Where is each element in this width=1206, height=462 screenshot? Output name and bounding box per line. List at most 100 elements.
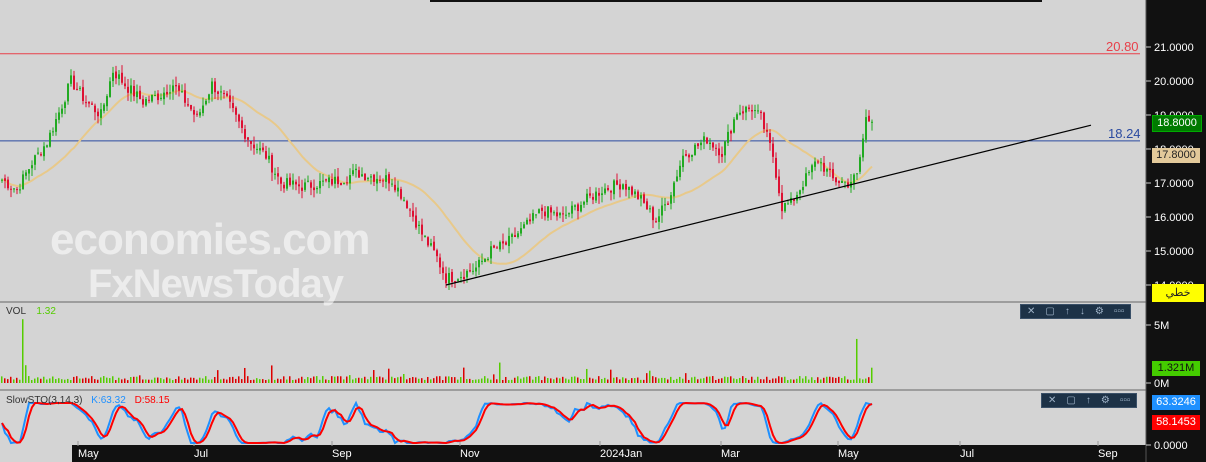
volume-bar <box>322 376 324 383</box>
move-down-icon[interactable]: ↓ <box>1080 305 1085 318</box>
volume-pane-toolbar[interactable]: ✕ ▢ ↑ ↓ ⚙ ▫▫▫ <box>1020 304 1132 319</box>
candle-body <box>814 161 816 167</box>
candle-body <box>601 193 603 196</box>
candle <box>115 65 117 85</box>
candle <box>499 240 501 252</box>
volume-bar <box>118 377 120 383</box>
volume-bar <box>22 319 24 383</box>
candle-body <box>718 148 720 156</box>
candle <box>451 268 453 288</box>
candle-body <box>751 110 753 112</box>
move-up-icon[interactable]: ↑ <box>1086 394 1091 407</box>
volume-bar <box>175 379 177 383</box>
candle <box>745 105 747 121</box>
candle-body <box>46 145 48 147</box>
maximize-icon[interactable]: ▢ <box>1045 305 1054 318</box>
candle <box>364 173 366 181</box>
volume-bar <box>259 379 261 383</box>
candle <box>274 167 276 180</box>
candle <box>505 240 507 246</box>
candle <box>130 78 132 102</box>
candle-body <box>385 175 387 182</box>
candle-body <box>247 137 249 140</box>
volume-bar <box>868 377 870 383</box>
candle <box>538 208 540 214</box>
candle-body <box>340 182 342 186</box>
settings-icon[interactable]: ⚙ <box>1101 394 1110 407</box>
candle <box>145 96 147 107</box>
hline-label-resistance: 20.80 <box>1106 39 1139 54</box>
candle-body <box>355 168 357 171</box>
volume-bar <box>73 376 75 383</box>
volume-bar <box>733 378 735 383</box>
volume-bar <box>682 378 684 383</box>
volume-bar <box>655 377 657 383</box>
chart-type-badge[interactable]: خطي <box>1152 284 1204 302</box>
candle <box>334 169 336 189</box>
more-icon[interactable]: ▫▫▫ <box>1120 394 1131 407</box>
candle-body <box>460 277 462 279</box>
volume-bar <box>97 379 99 383</box>
move-up-icon[interactable]: ↑ <box>1065 305 1070 318</box>
candle-body <box>106 96 108 107</box>
candle <box>304 178 306 192</box>
candle <box>370 174 372 185</box>
candle-body <box>595 191 597 201</box>
candle <box>247 137 249 147</box>
candle-body <box>514 235 516 238</box>
close-icon[interactable]: ✕ <box>1048 394 1056 407</box>
candle-body <box>496 247 498 249</box>
candle <box>385 168 387 189</box>
candle-body <box>853 174 855 184</box>
candle-body <box>202 105 204 114</box>
candle <box>301 179 303 199</box>
candle-body <box>637 191 639 200</box>
volume-bar <box>607 379 609 383</box>
candle <box>658 208 660 230</box>
candle <box>28 169 30 181</box>
volume-bar <box>151 379 153 383</box>
volume-bar <box>772 378 774 383</box>
stochastic-pane-toolbar[interactable]: ✕ ▢ ↑ ⚙ ▫▫▫ <box>1041 393 1138 408</box>
settings-icon[interactable]: ⚙ <box>1095 305 1104 318</box>
volume-bar <box>205 376 207 383</box>
candle <box>355 164 357 178</box>
close-icon[interactable]: ✕ <box>1027 305 1035 318</box>
candle <box>268 147 270 164</box>
candle-body <box>226 93 228 96</box>
volume-bar <box>775 378 777 383</box>
candle <box>142 95 144 108</box>
candle <box>670 191 672 210</box>
candle-body <box>547 206 549 218</box>
candle-body <box>778 176 780 194</box>
stochastic-d-label: D:58.15 <box>134 395 170 406</box>
volume-bar <box>301 376 303 383</box>
candle-body <box>433 241 435 251</box>
candle <box>55 112 57 136</box>
more-icon[interactable]: ▫▫▫ <box>1114 305 1125 318</box>
candle <box>448 267 450 290</box>
volume-bar <box>199 377 201 383</box>
candle <box>49 129 51 148</box>
volume-bar <box>691 377 693 383</box>
candle <box>250 140 252 151</box>
candle <box>163 87 165 105</box>
volume-bar <box>649 370 651 383</box>
x-tick-label: May <box>78 448 99 460</box>
candle-body <box>472 270 474 272</box>
candle <box>400 186 402 201</box>
candle-body <box>163 92 165 100</box>
maximize-icon[interactable]: ▢ <box>1066 394 1075 407</box>
candle <box>565 206 567 219</box>
volume-bar <box>262 379 264 383</box>
candle <box>139 85 141 100</box>
volume-bar <box>397 377 399 383</box>
candle-body <box>421 224 423 235</box>
candle-body <box>289 177 291 185</box>
volume-bar <box>481 378 483 383</box>
candle <box>718 142 720 164</box>
candle-body <box>538 209 540 214</box>
candle <box>241 116 243 134</box>
volume-bar <box>475 379 477 383</box>
volume-bar <box>82 378 84 383</box>
